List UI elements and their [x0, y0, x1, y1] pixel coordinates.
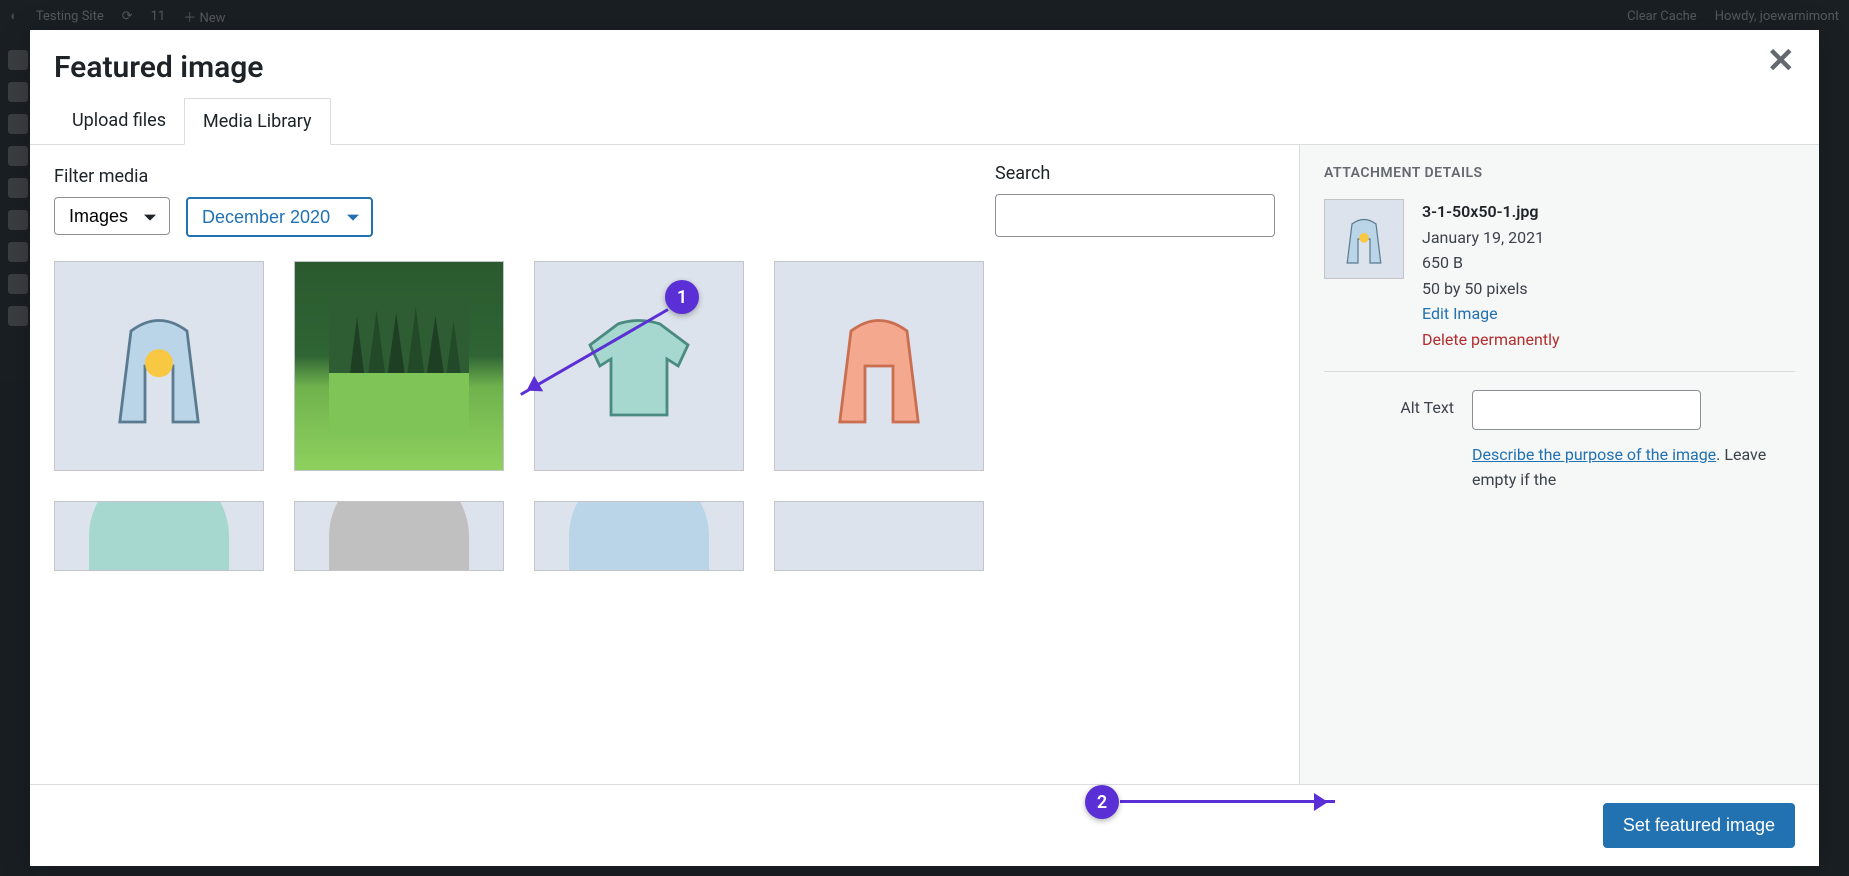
forest-image — [329, 296, 469, 436]
attachment-dimensions: 50 by 50 pixels — [1422, 276, 1560, 302]
media-grid-scroll[interactable] — [30, 255, 1299, 784]
media-grid — [54, 261, 1275, 571]
media-item[interactable] — [294, 261, 504, 471]
details-heading: ATTACHMENT DETAILS — [1324, 165, 1795, 181]
tab-upload-files[interactable]: Upload files — [54, 98, 184, 145]
describe-purpose-link[interactable]: Describe the purpose of the image — [1472, 445, 1716, 464]
delete-permanently-link[interactable]: Delete permanently — [1422, 327, 1560, 353]
filter-date-wrap: December 2020 — [186, 197, 373, 237]
attachment-details: ATTACHMENT DETAILS 3-1-50x50-1.jpg Janua… — [1299, 145, 1819, 784]
alt-text-label: Alt Text — [1324, 390, 1454, 417]
tab-bar: Upload files Media Library — [30, 97, 1819, 145]
modal-footer: Set featured image — [30, 784, 1819, 866]
attachment-thumbnail — [1324, 199, 1404, 279]
annotation-number-1: 1 — [665, 280, 699, 314]
media-item[interactable] — [534, 501, 744, 571]
hoodie-icon — [89, 296, 229, 436]
set-featured-image-button[interactable]: Set featured image — [1603, 803, 1795, 848]
attachment-filename: 3-1-50x50-1.jpg — [1422, 202, 1538, 221]
media-item[interactable] — [774, 501, 984, 571]
media-item[interactable] — [54, 501, 264, 571]
filter-type-wrap: Images — [54, 197, 170, 237]
close-icon[interactable]: ✕ — [1767, 44, 1796, 78]
edit-image-link[interactable]: Edit Image — [1422, 301, 1560, 327]
filter-type-select[interactable]: Images — [54, 197, 170, 235]
tab-media-library[interactable]: Media Library — [184, 98, 331, 145]
media-item[interactable] — [294, 501, 504, 571]
shirt-icon — [569, 296, 709, 436]
divider — [1324, 371, 1795, 372]
search-input[interactable] — [995, 194, 1275, 237]
hoodie-icon — [1334, 209, 1394, 269]
media-modal: Featured image ✕ Upload files Media Libr… — [30, 30, 1819, 866]
annotation-number-2: 2 — [1085, 785, 1119, 819]
filter-media-label: Filter media — [54, 166, 373, 187]
search-label: Search — [995, 163, 1275, 184]
media-item[interactable] — [54, 261, 264, 471]
attachment-filesize: 650 B — [1422, 250, 1560, 276]
hoodie-icon — [809, 296, 949, 436]
attachment-date: January 19, 2021 — [1422, 225, 1560, 251]
alt-text-input[interactable] — [1472, 390, 1701, 430]
media-toolbar: Filter media Images December 2020 — [30, 145, 1299, 255]
alt-text-help: Describe the purpose of the image. Leave… — [1472, 442, 1795, 493]
media-main: Filter media Images December 2020 — [30, 145, 1299, 784]
modal-title: Featured image — [30, 30, 1819, 97]
filter-date-select[interactable]: December 2020 — [186, 197, 373, 237]
modal-content: Filter media Images December 2020 — [30, 145, 1819, 784]
annotation-arrow-2 — [1120, 800, 1335, 803]
media-item[interactable] — [774, 261, 984, 471]
